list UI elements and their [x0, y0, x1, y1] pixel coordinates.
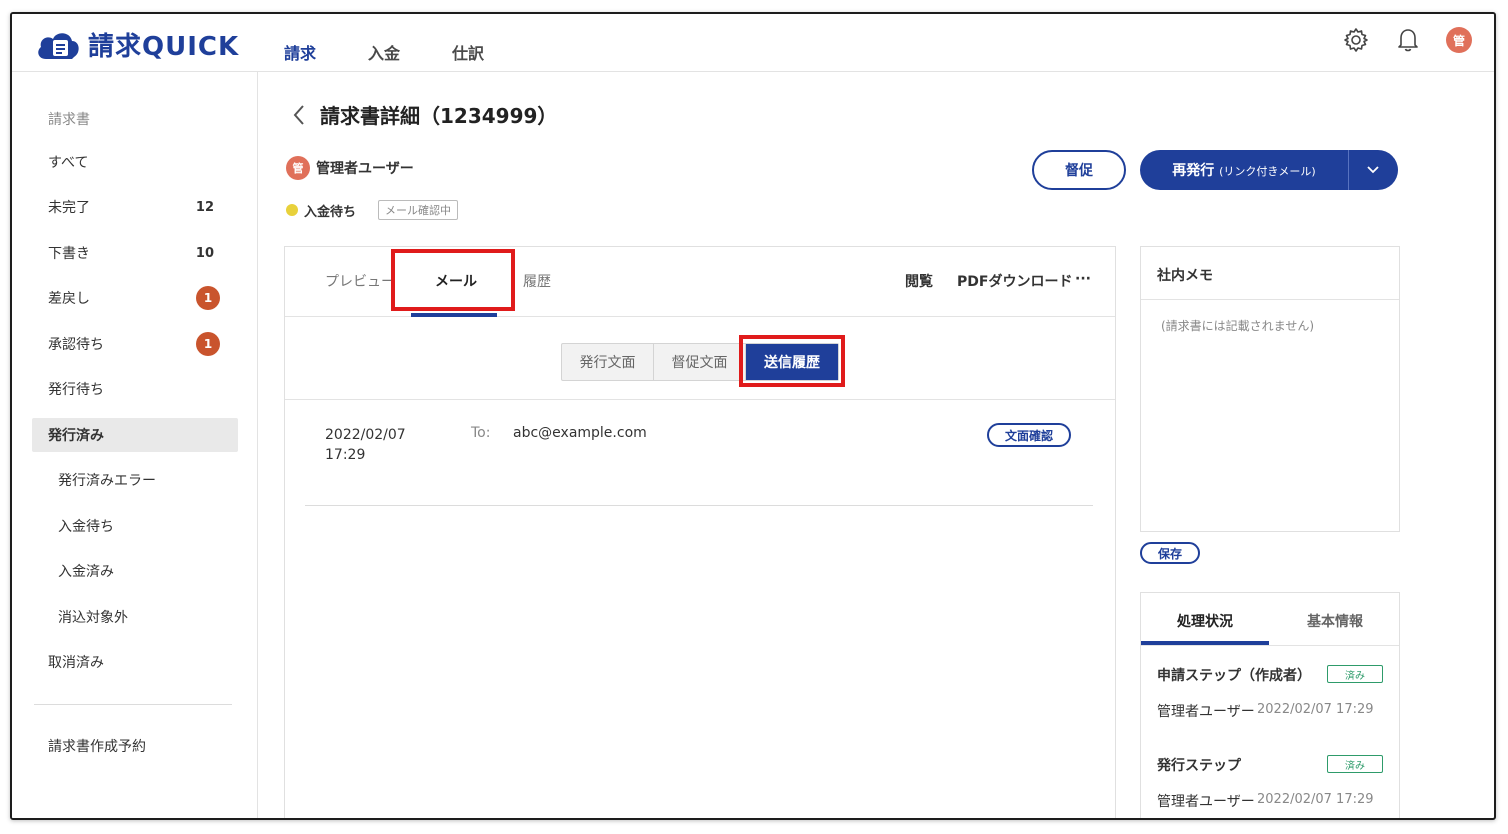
nav-journal[interactable]: 仕訳 — [452, 40, 484, 64]
page-header: 請求書詳細（1234999） — [288, 100, 557, 129]
highlight-box — [391, 249, 515, 311]
sidebar-item-scheduled[interactable]: 請求書作成予約 — [32, 729, 238, 763]
tab-bar: プレビュー メール 履歴 閲覧 PDFダウンロード ··· — [285, 247, 1115, 317]
count-badge: 1 — [196, 286, 220, 310]
reissue-button-group: 再発行 (リンク付きメール) — [1140, 150, 1398, 190]
save-button[interactable]: 保存 — [1140, 542, 1200, 564]
divider — [285, 399, 1115, 400]
sidebar-item-awaiting-issue[interactable]: 発行待ち — [32, 372, 238, 406]
sidebar-item-label: すべて — [48, 155, 89, 171]
tab-processing-status[interactable]: 処理状況 — [1177, 611, 1233, 631]
sidebar-item-returned[interactable]: 差戻し 1 — [32, 281, 238, 315]
divider — [1141, 645, 1399, 646]
step-user: 管理者ユーザー — [1157, 794, 1255, 810]
nav-invoice[interactable]: 請求 — [284, 40, 316, 64]
remind-button[interactable]: 督促 — [1032, 150, 1126, 190]
sidebar-divider — [34, 704, 232, 705]
more-icon[interactable]: ··· — [1075, 271, 1091, 287]
check-text-button[interactable]: 文面確認 — [987, 423, 1071, 447]
status-dot — [286, 204, 298, 216]
top-nav: 請求 入金 仕訳 — [284, 40, 484, 64]
tab-preview[interactable]: プレビュー — [325, 271, 395, 291]
tab-basic-info[interactable]: 基本情報 — [1307, 611, 1363, 631]
sidebar-item-label: 承認待ち — [48, 337, 104, 353]
sidebar-item-label: 消込対象外 — [58, 610, 128, 626]
mail-panel: プレビュー メール 履歴 閲覧 PDFダウンロード ··· 発行文面 督促文面 … — [284, 246, 1116, 818]
sidebar-item-awaiting-payment[interactable]: 入金待ち — [32, 509, 238, 543]
status-label: 入金待ち — [304, 204, 357, 220]
sidebar-item-issued[interactable]: 発行済み — [32, 418, 238, 452]
sidebar-item-label: 発行済みエラー — [58, 473, 156, 489]
logo[interactable]: 請求QUICK — [34, 26, 239, 63]
sidebar: 請求書 すべて 未完了 12 下書き 10 差戻し 1 承認待ち 1 発行待ち 発行済み… — [12, 72, 258, 818]
done-badge: 済み — [1327, 665, 1383, 683]
gear-icon[interactable] — [1342, 26, 1370, 54]
sidebar-item-label: 発行待ち — [48, 382, 104, 398]
sidebar-item-label: 請求書作成予約 — [48, 739, 146, 755]
segment-remind-text[interactable]: 督促文面 — [654, 344, 746, 380]
sidebar-item-incomplete[interactable]: 未完了 12 — [32, 190, 238, 224]
sidebar-item-all[interactable]: すべて — [32, 145, 238, 179]
done-badge: 済み — [1327, 755, 1383, 773]
history-time: 17:29 — [325, 447, 366, 463]
sidebar-item-paid[interactable]: 入金済み — [32, 554, 238, 588]
memo-input[interactable]: (請求書には記載されません) — [1161, 317, 1314, 334]
divider — [1141, 299, 1399, 300]
owner-info: 管 管理者ユーザー — [286, 156, 414, 180]
sidebar-item-label: 取消済み — [48, 655, 104, 671]
sidebar-item-draft[interactable]: 下書き 10 — [32, 236, 238, 270]
sidebar-item-label: 発行済み — [48, 428, 104, 444]
reissue-sub-label: (リンク付きメール) — [1219, 165, 1316, 178]
nav-payment[interactable]: 入金 — [368, 40, 400, 64]
cloud-document-icon — [38, 32, 79, 59]
segment-issue-text[interactable]: 発行文面 — [562, 344, 654, 380]
step-title: 発行ステップ — [1157, 758, 1241, 774]
status-info: 入金待ち メール確認中 — [286, 200, 459, 220]
divider — [305, 505, 1093, 506]
count-label: 12 — [195, 199, 214, 215]
top-header: 請求QUICK 請求 入金 仕訳 管 — [12, 14, 1494, 72]
history-date: 2022/02/07 — [325, 427, 406, 443]
owner-name: 管理者ユーザー — [316, 161, 414, 177]
reissue-button[interactable]: 再発行 (リンク付きメール) — [1140, 160, 1348, 180]
count-badge: 1 — [196, 332, 220, 356]
step-title: 申請ステップ（作成者） — [1157, 668, 1311, 684]
view-link[interactable]: 閲覧 — [905, 271, 933, 291]
to-label: To: — [471, 425, 491, 441]
active-tab-indicator — [411, 313, 497, 317]
history-timestamp: 2022/02/07 17:29 — [325, 425, 406, 465]
sidebar-item-excluded[interactable]: 消込対象外 — [32, 600, 238, 634]
chevron-left-icon[interactable] — [288, 101, 310, 129]
sidebar-item-cancelled[interactable]: 取消済み — [32, 645, 238, 679]
page-title: 請求書詳細（1234999） — [320, 104, 558, 128]
header-actions: 管 — [1342, 26, 1472, 54]
count-label: 10 — [195, 245, 214, 261]
sidebar-section-title: 請求書 — [48, 112, 90, 128]
memo-card: 社内メモ (請求書には記載されません) — [1140, 246, 1400, 532]
step-user: 管理者ユーザー — [1157, 704, 1255, 720]
status-card: 処理状況 基本情報 申請ステップ（作成者） 済み 管理者ユーザー 2022/02… — [1140, 592, 1400, 818]
step-time: 2022/02/07 17:29 — [1257, 702, 1374, 717]
sidebar-item-issued-error[interactable]: 発行済みエラー — [32, 463, 238, 497]
reissue-label: 再発行 — [1172, 163, 1215, 179]
tab-history[interactable]: 履歴 — [523, 271, 551, 291]
sidebar-item-label: 入金待ち — [58, 519, 114, 535]
user-avatar[interactable]: 管 — [1446, 27, 1472, 53]
sidebar-item-label: 入金済み — [58, 564, 114, 580]
memo-title: 社内メモ — [1157, 268, 1213, 284]
sidebar-item-awaiting-approval[interactable]: 承認待ち 1 — [32, 327, 238, 361]
sidebar-item-label: 下書き — [48, 246, 90, 262]
step-time: 2022/02/07 17:29 — [1257, 792, 1374, 807]
status-tag: メール確認中 — [378, 200, 459, 220]
to-address: abc@example.com — [513, 425, 647, 441]
bell-icon[interactable] — [1394, 26, 1422, 54]
owner-avatar: 管 — [286, 156, 310, 180]
highlight-box — [739, 335, 845, 387]
pdf-download-link[interactable]: PDFダウンロード — [957, 271, 1072, 291]
sidebar-item-label: 未完了 — [48, 200, 90, 216]
brand-name: 請求QUICK — [88, 32, 240, 62]
sidebar-item-label: 差戻し — [48, 291, 90, 307]
chevron-down-icon[interactable] — [1349, 150, 1397, 190]
app-window: 請求QUICK 請求 入金 仕訳 管 請求書 すべて 未完了 12 下書き 10 差… — [10, 12, 1496, 820]
